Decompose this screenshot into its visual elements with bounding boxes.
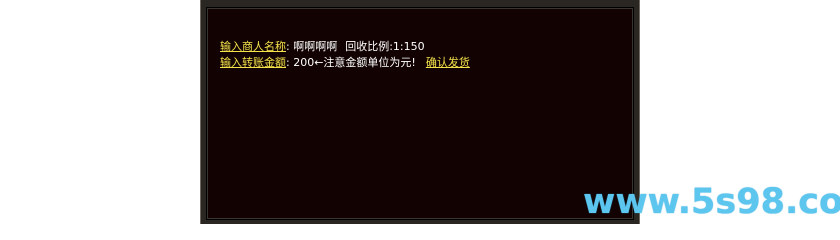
merchant-row: 输入商人名称: 啊啊啊啊 回收比例:1:150	[220, 40, 425, 54]
amount-unit-note: ←注意金额单位为元!	[314, 56, 416, 69]
merchant-colon: :	[286, 40, 290, 53]
dialog-frame: 输入商人名称: 啊啊啊啊 回收比例:1:150 输入转账金额: 200←注意金额单…	[200, 0, 640, 224]
amount-value: 200	[293, 56, 315, 69]
recycle-ratio-text: 回收比例:1:150	[345, 40, 425, 53]
dialog-panel: 输入商人名称: 啊啊啊啊 回收比例:1:150 输入转账金额: 200←注意金额单…	[206, 7, 634, 220]
amount-row: 输入转账金额: 200←注意金额单位为元! 确认发货	[220, 56, 470, 70]
merchant-name-link[interactable]: 输入商人名称	[220, 40, 286, 53]
amount-colon: :	[286, 56, 290, 69]
confirm-shipment-link[interactable]: 确认发货	[426, 56, 470, 69]
transfer-amount-link[interactable]: 输入转账金额	[220, 56, 286, 69]
merchant-name-value: 啊啊啊啊	[293, 40, 338, 53]
site-watermark: www.5s98.com	[583, 182, 840, 222]
